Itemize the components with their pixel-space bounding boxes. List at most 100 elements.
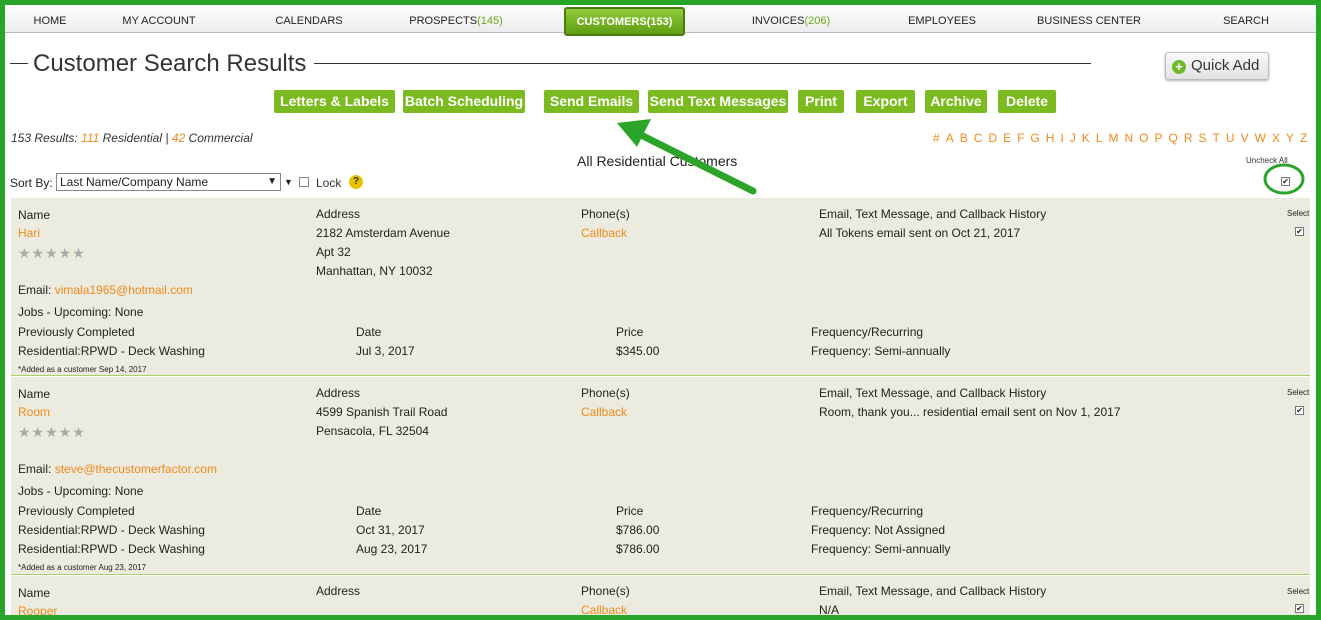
nav-customers[interactable]: CUSTOMERS(153) — [564, 7, 685, 36]
phones-label: Phone(s) — [581, 386, 630, 400]
archive-button[interactable]: Archive — [925, 90, 987, 113]
alpha-link-w[interactable]: W — [1255, 131, 1266, 145]
address-line: Apt 32 — [316, 245, 351, 259]
alpha-link-m[interactable]: M — [1108, 131, 1118, 145]
alpha-link-o[interactable]: O — [1139, 131, 1148, 145]
job-frequency: Frequency: Semi-annually — [811, 542, 951, 556]
email-link[interactable]: steve@thecustomerfactor.com — [55, 462, 217, 476]
alphabet-filter: # A B C D E F G H I J K L M N O P Q R S T U V W X Y Z — [933, 131, 1313, 145]
address-label: Address — [316, 584, 361, 598]
delete-button[interactable]: Delete — [998, 90, 1056, 113]
customer-name-link[interactable]: Hari — [18, 226, 40, 240]
dropdown-arrow-icon: ▼ — [267, 176, 277, 187]
alpha-link-e[interactable]: E — [1003, 131, 1011, 145]
help-icon[interactable]: ? — [349, 175, 363, 189]
select-checkbox[interactable]: ✔ — [1295, 604, 1304, 613]
quick-add-label: Quick Add — [1191, 57, 1260, 74]
customer-name-link[interactable]: Rooper — [18, 604, 57, 615]
letters-labels-button[interactable]: Letters & Labels — [274, 90, 395, 113]
nav-my-account[interactable]: MY ACCOUNT — [122, 5, 195, 33]
phones-label: Phone(s) — [581, 584, 630, 598]
quick-add-button[interactable]: + Quick Add — [1165, 52, 1269, 80]
commercial-count-link[interactable]: 42 — [172, 131, 185, 145]
sort-by-label: Sort By: — [10, 176, 53, 190]
alpha-link-f[interactable]: F — [1017, 131, 1024, 145]
alpha-link-j[interactable]: J — [1070, 131, 1076, 145]
title-rule-left — [10, 63, 28, 64]
jobs-upcoming-row: Jobs - Upcoming: None — [18, 484, 144, 498]
page-title: Customer Search Results — [33, 50, 307, 77]
job-date: Aug 23, 2017 — [356, 542, 428, 556]
alpha-link-s[interactable]: S — [1199, 131, 1207, 145]
alpha-link-t[interactable]: T — [1213, 131, 1220, 145]
print-button[interactable]: Print — [798, 90, 844, 113]
alpha-link-n[interactable]: N — [1124, 131, 1133, 145]
alpha-link-h[interactable]: H — [1046, 131, 1055, 145]
batch-scheduling-button[interactable]: Batch Scheduling — [403, 90, 525, 113]
alpha-link-k[interactable]: K — [1082, 131, 1090, 145]
alpha-link-d[interactable]: D — [988, 131, 997, 145]
nav-business-center[interactable]: BUSINESS CENTER — [1037, 5, 1141, 33]
annotation-circle-icon — [1263, 163, 1305, 195]
job-date: Jul 3, 2017 — [356, 344, 415, 358]
rating-stars[interactable]: ★★★★★ — [18, 424, 86, 441]
nav-search[interactable]: SEARCH — [1223, 5, 1269, 33]
history-label: Email, Text Message, and Callback Histor… — [819, 207, 1047, 221]
alpha-link-c[interactable]: C — [974, 131, 983, 145]
annotation-arrow-icon — [617, 119, 757, 195]
alpha-link-hash[interactable]: # — [933, 131, 940, 145]
customer-card: Name Address Phone(s) Email, Text Messag… — [11, 377, 1310, 575]
email-row: Email: steve@thecustomerfactor.com — [18, 462, 217, 476]
name-label: Name — [18, 586, 51, 600]
alpha-link-p[interactable]: P — [1155, 131, 1163, 145]
alpha-link-i[interactable]: I — [1060, 131, 1063, 145]
nav-employees[interactable]: EMPLOYEES — [908, 5, 976, 33]
alpha-link-z[interactable]: Z — [1300, 131, 1307, 145]
title-rule-right — [314, 63, 1091, 64]
customer-card: Name Address Phone(s) Email, Text Messag… — [11, 198, 1310, 376]
alpha-link-b[interactable]: B — [960, 131, 968, 145]
history-label: Email, Text Message, and Callback Histor… — [819, 584, 1047, 598]
email-link[interactable]: vimala1965@hotmail.com — [55, 283, 193, 297]
jobs-upcoming-row: Jobs - Upcoming: None — [18, 305, 144, 319]
history-label: Email, Text Message, and Callback Histor… — [819, 386, 1047, 400]
alpha-link-l[interactable]: L — [1096, 131, 1103, 145]
address-label: Address — [316, 207, 361, 221]
frequency-label: Frequency/Recurring — [811, 504, 924, 518]
customer-name-link[interactable]: Room — [18, 405, 50, 419]
alpha-link-u[interactable]: U — [1226, 131, 1235, 145]
job-frequency: Frequency: Not Assigned — [811, 523, 946, 537]
history-entry: All Tokens email sent on Oct 21, 2017 — [819, 226, 1021, 240]
alpha-link-v[interactable]: V — [1241, 131, 1249, 145]
nav-prospects[interactable]: PROSPECTS(145) — [409, 5, 503, 33]
sort-direction-icon[interactable]: ▼ — [284, 177, 293, 187]
callback-link[interactable]: Callback — [581, 405, 627, 419]
job-price: $786.00 — [616, 523, 660, 537]
name-label: Name — [18, 387, 51, 401]
top-nav: HOME MY ACCOUNT CALENDARS PROSPECTS(145)… — [5, 5, 1316, 36]
nav-home[interactable]: HOME — [34, 5, 67, 33]
alpha-link-y[interactable]: Y — [1286, 131, 1294, 145]
sort-select[interactable]: Last Name/Company Name ▼ — [56, 173, 281, 191]
alpha-link-a[interactable]: A — [946, 131, 954, 145]
callback-link[interactable]: Callback — [581, 603, 627, 615]
select-checkbox[interactable]: ✔ — [1295, 406, 1304, 415]
send-text-messages-button[interactable]: Send Text Messages — [648, 90, 788, 113]
rating-stars[interactable]: ★★★★★ — [18, 245, 86, 262]
prev-completed-label: Previously Completed — [18, 325, 135, 339]
alpha-link-g[interactable]: G — [1030, 131, 1039, 145]
price-label: Price — [616, 325, 644, 339]
select-checkbox[interactable]: ✔ — [1295, 227, 1304, 236]
residential-count-link[interactable]: 111 — [81, 131, 99, 145]
job-frequency: Frequency: Semi-annually — [811, 344, 951, 358]
lock-checkbox[interactable] — [299, 177, 309, 187]
alpha-link-r[interactable]: R — [1184, 131, 1193, 145]
alpha-link-x[interactable]: X — [1272, 131, 1280, 145]
name-label: Name — [18, 208, 51, 222]
export-button[interactable]: Export — [856, 90, 915, 113]
send-emails-button[interactable]: Send Emails — [544, 90, 639, 113]
nav-invoices[interactable]: INVOICES(206) — [752, 5, 830, 33]
alpha-link-q[interactable]: Q — [1169, 131, 1178, 145]
nav-calendars[interactable]: CALENDARS — [275, 5, 342, 33]
callback-link[interactable]: Callback — [581, 226, 627, 240]
